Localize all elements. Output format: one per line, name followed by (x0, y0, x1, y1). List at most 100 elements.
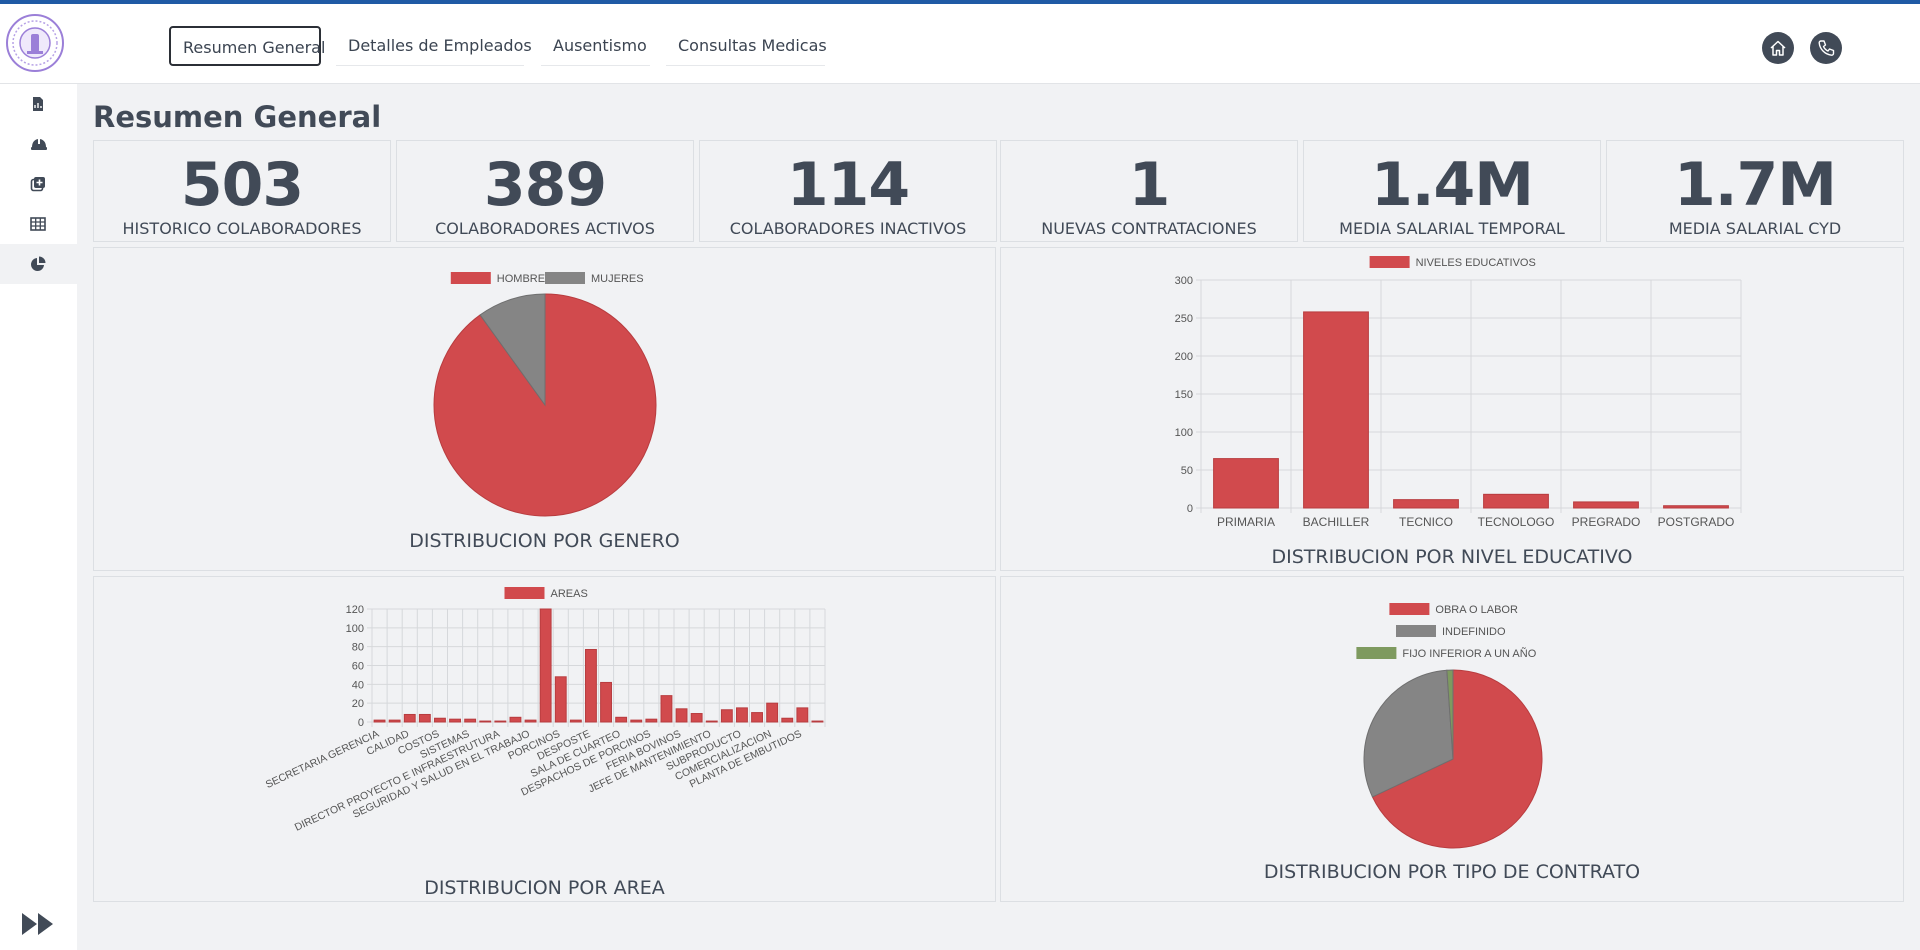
legend-label: INDEFINIDO (1442, 626, 1506, 638)
bar (781, 717, 794, 723)
sidebar-item-employees[interactable] (0, 124, 77, 164)
bar (811, 720, 824, 723)
area-bar-chart: AREAS020406080100120SECRETARIA GERENCIAC… (264, 587, 826, 834)
bar (675, 708, 688, 723)
legend-label: MUJERES (591, 273, 644, 285)
x-tick-label: SECRETARIA GERENCIA (264, 728, 381, 791)
bar (434, 717, 446, 723)
phone-icon[interactable] (1810, 32, 1842, 64)
bar (690, 713, 703, 723)
y-tick-label: 40 (352, 679, 364, 691)
y-tick-label: 250 (1175, 313, 1193, 325)
fast-forward-icon[interactable] (21, 912, 55, 936)
sidebar (0, 84, 77, 950)
x-tick-label: TECNICO (1399, 515, 1453, 529)
bar (373, 719, 386, 723)
y-tick-label: 0 (1187, 503, 1193, 515)
top-navbar: Resumen General Detalles de Empleados Au… (0, 4, 1920, 84)
gender-pie-chart: HOMBRES MUJERES (433, 272, 657, 517)
file-chart-icon (33, 97, 43, 111)
bar (1393, 499, 1459, 509)
bar (630, 719, 643, 723)
tab-resumen-general[interactable]: Resumen General (169, 26, 325, 66)
education-bar-chart: NIVELES EDUCATIVOS 0 50 100 150 200 250 300 PRIM… (1175, 256, 1742, 529)
kpi-card-nuevas: 1 NUEVAS CONTRATACIONES (1000, 140, 1298, 242)
bar (645, 718, 658, 723)
bar (554, 676, 567, 723)
bar (796, 707, 809, 723)
bar (479, 720, 492, 723)
kpi-card-historico: 503 HISTORICO COLABORADORES (93, 140, 391, 242)
legend-label: NIVELES EDUCATIVOS (1416, 257, 1536, 269)
kpi-card-salarial-temporal: 1.4M MEDIA SALARIAL TEMPORAL (1303, 140, 1601, 242)
chart-panel-contract: OBRA O LABOR INDEFINIDO FIJO INFERIOR A UN… (1000, 576, 1904, 902)
legend-swatch (1369, 256, 1410, 268)
chart-panel-area: AREAS 0 20 40 60 80 100 120 SECRETARIA GERENCIA C… (93, 576, 996, 902)
tab-ausentismo[interactable]: Ausentismo (541, 26, 650, 66)
legend-label: AREAS (551, 588, 588, 600)
pie-chart-icon (31, 256, 46, 271)
bar (585, 648, 597, 723)
medical-plus-icon (30, 177, 45, 192)
chart-title: DISTRIBUCION POR GENERO (409, 530, 680, 552)
bar (1213, 458, 1279, 509)
chart-panel-gender: HOMBRES MUJERES DISTRIBUCION POR GENERO (93, 247, 996, 571)
sidebar-item-medical[interactable] (0, 164, 77, 204)
legend-swatch (450, 272, 491, 284)
x-tick-label: TECNOLOGO (1478, 515, 1555, 529)
sidebar-item-reports[interactable] (0, 84, 77, 124)
sidebar-item-summary[interactable] (0, 244, 77, 284)
kpi-label: MEDIA SALARIAL CYD (1668, 219, 1842, 238)
bar (720, 709, 733, 723)
page-title: Resumen General (93, 100, 382, 134)
legend-swatch (1389, 603, 1430, 615)
bar (1303, 311, 1369, 509)
company-logo[interactable] (6, 14, 64, 72)
y-tick-label: 100 (346, 623, 364, 635)
bar (705, 720, 718, 723)
table-icon (30, 217, 46, 231)
y-tick-label: 150 (1175, 389, 1193, 401)
y-tick-label: 200 (1175, 351, 1193, 363)
kpi-value: 114 (786, 150, 910, 220)
kpi-label: MEDIA SALARIAL TEMPORAL (1339, 219, 1565, 238)
y-tick-label: 0 (358, 717, 364, 729)
bar (539, 608, 552, 723)
legend-label: HOMBRES (497, 273, 553, 285)
legend-label: FIJO INFERIOR A UN AÑO (1402, 647, 1536, 660)
bar (464, 718, 477, 723)
chart-title: DISTRIBUCION POR NIVEL EDUCATIVO (1271, 546, 1633, 568)
sidebar-item-table[interactable] (0, 204, 77, 244)
bar (1483, 493, 1549, 509)
home-icon[interactable] (1762, 32, 1794, 64)
kpi-value: 1.4M (1371, 150, 1534, 220)
bar (418, 713, 431, 723)
kpi-card-inactivos: 114 COLABORADORES INACTIVOS (699, 140, 997, 242)
y-tick-label: 80 (352, 642, 364, 654)
y-tick-label: 300 (1175, 275, 1193, 287)
tab-detalles-de-empleados[interactable]: Detalles de Empleados (336, 26, 532, 66)
bar (403, 713, 416, 723)
x-tick-label: POSTGRADO (1658, 515, 1735, 529)
bar (1663, 505, 1729, 509)
bar (524, 719, 537, 723)
y-tick-label: 50 (1181, 465, 1193, 477)
bar (600, 681, 612, 723)
tab-consultas-medicas[interactable]: Consultas Medicas (666, 26, 827, 66)
bar (449, 718, 461, 723)
x-tick-label: PREGRADO (1572, 515, 1641, 529)
legend-swatch (504, 587, 545, 599)
legend-swatch (1356, 647, 1397, 659)
chart-title: DISTRIBUCION POR TIPO DE CONTRATO (1263, 861, 1641, 883)
legend-label: OBRA O LABOR (1435, 604, 1518, 616)
contract-pie-chart: OBRA O LABOR INDEFINIDO FIJO INFERIOR A UN… (1356, 603, 1543, 849)
bar (509, 716, 522, 723)
chart-title: DISTRIBUCION POR AREA (424, 877, 665, 899)
bar (615, 716, 628, 723)
kpi-label: NUEVAS CONTRATACIONES (1041, 219, 1257, 238)
bar (569, 719, 582, 723)
bar (1573, 501, 1639, 509)
chart-panel-education: NIVELES EDUCATIVOS 0 50 100 150 200 250 300 PRIM… (1000, 247, 1904, 571)
y-tick-label: 120 (346, 604, 364, 616)
legend-swatch (545, 272, 585, 284)
